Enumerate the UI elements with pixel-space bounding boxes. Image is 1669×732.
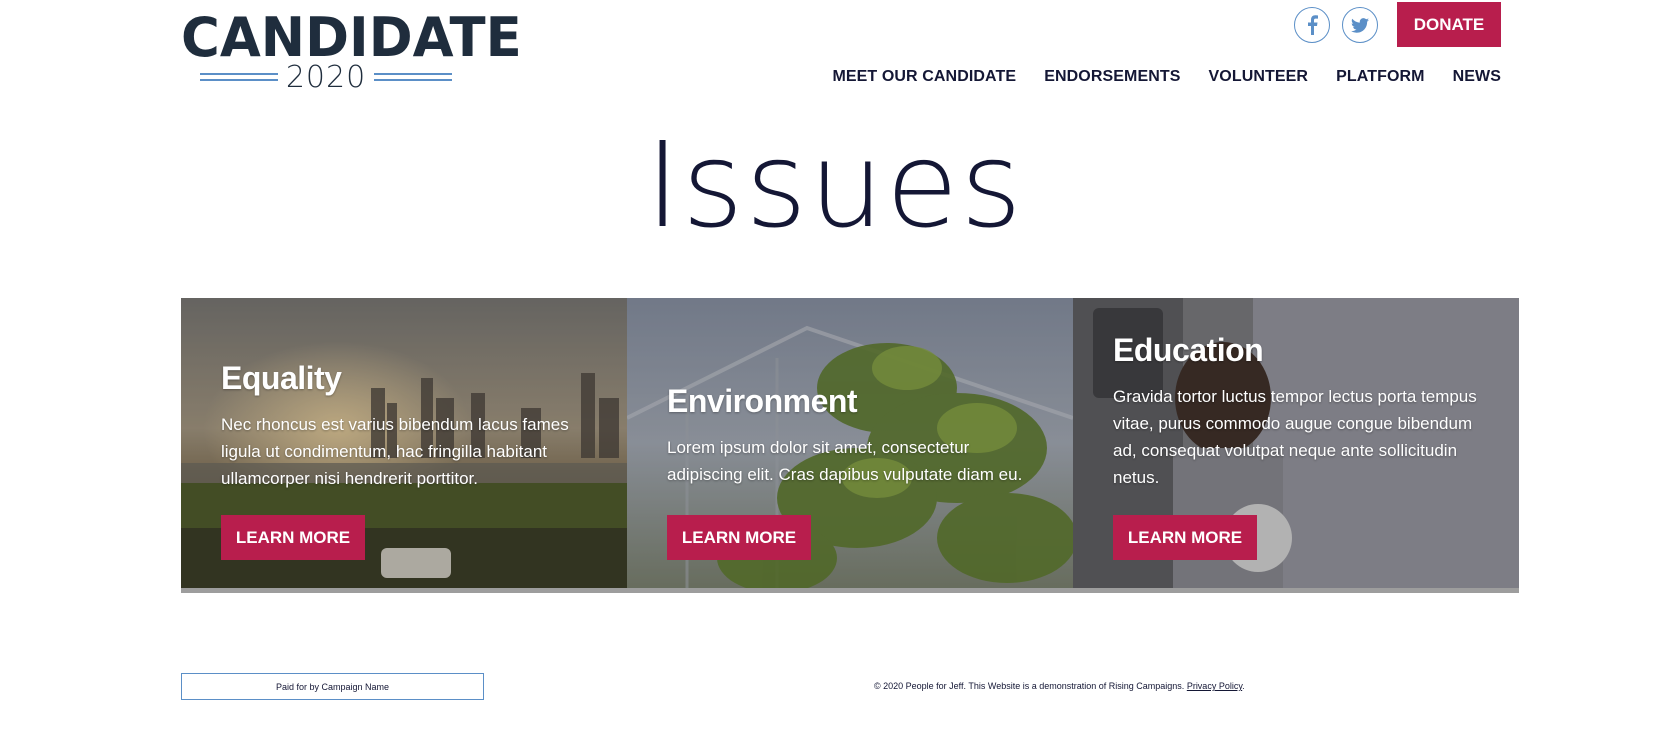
copyright-statement: © 2020 People for Jeff. This Website is … [874, 681, 1185, 691]
site-logo[interactable]: CANDIDATE 2020 [181, 6, 522, 95]
card-content: Education Gravida tortor luctus tempor l… [1113, 332, 1489, 491]
nav-volunteer[interactable]: VOLUNTEER [1209, 68, 1309, 86]
card-content: Equality Nec rhoncus est varius bibendum… [221, 360, 597, 492]
card-text: Gravida tortor luctus tempor lectus port… [1113, 387, 1477, 487]
paid-for-disclaimer: Paid for by Campaign Name [181, 673, 484, 700]
facebook-icon [1308, 15, 1318, 35]
page-title: Issues [645, 116, 1024, 254]
card-title: Education [1113, 332, 1264, 368]
issue-card-equality: Equality Nec rhoncus est varius bibendum… [181, 298, 627, 588]
twitter-icon [1351, 17, 1369, 33]
learn-more-button[interactable]: LEARN MORE [1113, 515, 1257, 560]
issue-card-environment: Environment Lorem ipsum dolor sit amet, … [627, 298, 1073, 588]
copyright-period: . [1242, 681, 1245, 691]
facebook-link[interactable] [1294, 7, 1330, 43]
card-content: Environment Lorem ipsum dolor sit amet, … [667, 383, 1043, 488]
logo-decorative-lines [199, 73, 278, 81]
copyright-text: © 2020 People for Jeff. This Website is … [874, 681, 1245, 691]
nav-platform[interactable]: PLATFORM [1336, 68, 1425, 86]
nav-news[interactable]: NEWS [1453, 68, 1501, 86]
card-title: Equality [221, 360, 342, 396]
donate-button[interactable]: DONATE [1397, 2, 1501, 47]
logo-decorative-lines [374, 73, 453, 81]
main-nav: MEET OUR CANDIDATE ENDORSEMENTS VOLUNTEE… [832, 68, 1501, 86]
twitter-link[interactable] [1342, 7, 1378, 43]
privacy-policy-link[interactable]: Privacy Policy [1187, 681, 1242, 691]
logo-year-row: 2020 [181, 59, 471, 95]
issue-card-education: Education Gravida tortor luctus tempor l… [1073, 298, 1519, 588]
learn-more-button[interactable]: LEARN MORE [667, 515, 811, 560]
logo-wordmark: CANDIDATE [181, 6, 522, 69]
logo-year: 2020 [285, 59, 367, 95]
card-title: Environment [667, 383, 858, 419]
card-text: Nec rhoncus est varius bibendum lacus fa… [221, 415, 569, 488]
nav-endorsements[interactable]: ENDORSEMENTS [1044, 68, 1180, 86]
learn-more-button[interactable]: LEARN MORE [221, 515, 365, 560]
nav-meet-our-candidate[interactable]: MEET OUR CANDIDATE [832, 68, 1016, 86]
issue-cards: Equality Nec rhoncus est varius bibendum… [181, 298, 1519, 593]
card-text: Lorem ipsum dolor sit amet, consectetur … [667, 438, 1023, 484]
